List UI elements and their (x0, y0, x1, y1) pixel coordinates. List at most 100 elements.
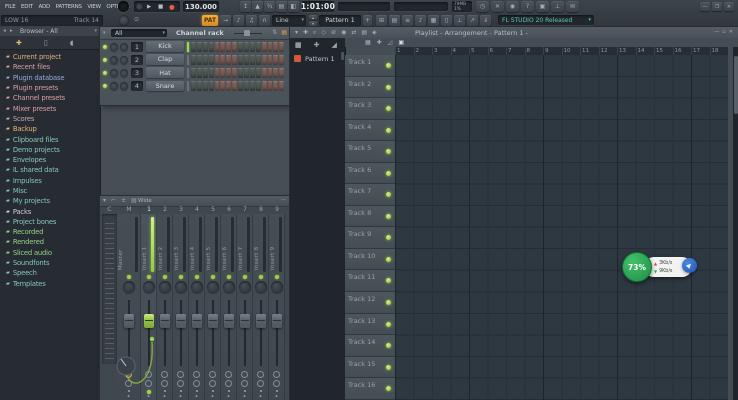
step-cell[interactable] (203, 81, 208, 91)
step-cell[interactable] (232, 55, 237, 65)
playlist-track-header[interactable]: Track 13 (345, 314, 395, 336)
channel-number[interactable]: 1 (131, 42, 143, 52)
playlist-track-header[interactable]: Track 12 (345, 292, 395, 314)
snap-selector[interactable]: Line ▾ (272, 15, 306, 26)
step-cell[interactable] (268, 81, 273, 91)
playlist-track-header[interactable]: Track 16 (345, 378, 395, 400)
step-cell[interactable] (215, 55, 220, 65)
step-cell[interactable] (191, 55, 196, 65)
ruler-bar[interactable]: 15 (654, 47, 673, 55)
browser-item[interactable]: ▰Speech (0, 268, 100, 278)
browser-item[interactable]: ▰Demo projects (0, 145, 100, 155)
step-cell[interactable] (250, 68, 255, 78)
step-cell[interactable] (244, 68, 249, 78)
playlist-track-header[interactable]: Track 5 (345, 141, 395, 163)
picker-add-icon[interactable]: ✚ (314, 41, 320, 49)
step-cell[interactable] (191, 42, 196, 52)
step-cell[interactable] (268, 42, 273, 52)
step-cell[interactable] (197, 42, 202, 52)
pattern-selector[interactable]: Pattern 1 (319, 15, 361, 26)
browser-toggle-icon[interactable]: ▦ (428, 15, 439, 26)
channel-volume-knob[interactable] (120, 82, 128, 90)
ruler-bar[interactable]: 18 (710, 47, 729, 55)
ruler-bar[interactable]: 3 (432, 47, 451, 55)
channel-name-button[interactable]: Snare (146, 81, 184, 92)
pattern-spinner-down[interactable]: ▾ (309, 21, 317, 26)
ruler-bar[interactable]: 5 (469, 47, 488, 55)
step-cell[interactable] (273, 81, 278, 91)
browser-item[interactable]: ▰Scores (0, 114, 100, 124)
step-cell[interactable] (191, 81, 196, 91)
touch-keyboard-icon[interactable]: ⊥ (454, 15, 465, 26)
maximize-button[interactable]: ❐ (712, 2, 722, 11)
step-cell[interactable] (262, 55, 267, 65)
ruler-bar[interactable]: 13 (617, 47, 636, 55)
playlist-menu-caret-icon[interactable]: ▾ (295, 29, 298, 37)
step-cell[interactable] (203, 55, 208, 65)
browser-item[interactable]: ▰Backup (0, 124, 100, 134)
browser-item[interactable]: ▰Impulses (0, 176, 100, 186)
tempo-display[interactable]: 130.000 (183, 1, 219, 12)
step-cell[interactable] (232, 68, 237, 78)
step-cell[interactable] (226, 55, 231, 65)
playlist-track-led[interactable] (386, 365, 391, 370)
picker-patterns-icon[interactable]: ▦ (295, 41, 302, 49)
wait-input-icon[interactable]: ▤ (276, 1, 287, 12)
menu-file[interactable]: FILE (3, 3, 18, 11)
channel-number[interactable]: 2 (131, 55, 143, 65)
playlist-track-header[interactable]: Track 1 (345, 55, 395, 77)
channel-number[interactable]: 3 (131, 68, 143, 78)
record-mic-icon[interactable]: ◉ (506, 1, 519, 12)
mute-tool-icon[interactable]: ◉ (341, 29, 346, 37)
step-cell[interactable] (268, 55, 273, 65)
step-cell[interactable] (226, 68, 231, 78)
channel-volume-knob[interactable] (120, 56, 128, 64)
playlist-track-led[interactable] (386, 171, 391, 176)
step-cell[interactable] (262, 81, 267, 91)
playlist-scrollbar[interactable] (733, 47, 738, 400)
record-button[interactable]: ● (169, 3, 175, 11)
playlist-track-header[interactable]: Track 3 (345, 98, 395, 120)
slip-tool-icon[interactable]: ⇄ (351, 29, 356, 37)
ruler-bar[interactable]: 11 (580, 47, 599, 55)
playlist-track-led[interactable] (386, 106, 391, 111)
step-cell[interactable] (209, 81, 214, 91)
step-cell[interactable] (226, 81, 231, 91)
snap-magnet-icon[interactable]: ∩ (259, 15, 270, 26)
playlist-track-led[interactable] (386, 149, 391, 154)
step-cell[interactable] (244, 55, 249, 65)
playlist-track-led[interactable] (386, 386, 391, 391)
main-pitch-icon[interactable]: ⊙ (134, 16, 139, 23)
ruler-bar[interactable]: 6 (488, 47, 507, 55)
dump-score-icon[interactable]: ⇓ (480, 15, 491, 26)
step-cell[interactable] (220, 42, 225, 52)
time-display[interactable]: 1:01:00 (302, 1, 334, 12)
playlist-track-led[interactable] (386, 257, 391, 262)
playlist-track-led[interactable] (386, 192, 391, 197)
main-volume-knob[interactable] (119, 15, 129, 25)
ruler-bar[interactable]: 8 (525, 47, 544, 55)
chat-icon[interactable]: ✉ (566, 1, 579, 12)
playlist-minimize-button[interactable]: — (714, 29, 719, 35)
step-cell[interactable] (232, 81, 237, 91)
step-cell[interactable] (215, 81, 220, 91)
boost-button[interactable]: ▶ (682, 258, 697, 273)
playlist-track-header[interactable]: Track 2 (345, 77, 395, 99)
step-cell[interactable] (256, 68, 261, 78)
step-cell[interactable] (226, 42, 231, 52)
playlist-track-led[interactable] (386, 322, 391, 327)
ruler-bar[interactable]: 10 (562, 47, 581, 55)
step-cell[interactable] (262, 68, 267, 78)
add-pattern-button[interactable]: + (363, 15, 372, 26)
browser-item[interactable]: ▰Current project (0, 52, 100, 62)
minimize-button[interactable]: — (700, 2, 710, 11)
precount-icon[interactable]: ¾ (264, 1, 275, 12)
browser-forward-icon[interactable]: ▸ (10, 28, 13, 34)
playlist-track-header[interactable]: Track 8 (345, 206, 395, 228)
step-cell[interactable] (250, 42, 255, 52)
step-cell[interactable] (238, 81, 243, 91)
zoom-tool-icon[interactable]: ⌕ (313, 29, 316, 37)
playlist-grid-menu-icon[interactable]: ▦ (365, 39, 371, 46)
browser-item[interactable]: ▰Plugin presets (0, 83, 100, 93)
browser-item[interactable]: ▰Packs (0, 206, 100, 216)
